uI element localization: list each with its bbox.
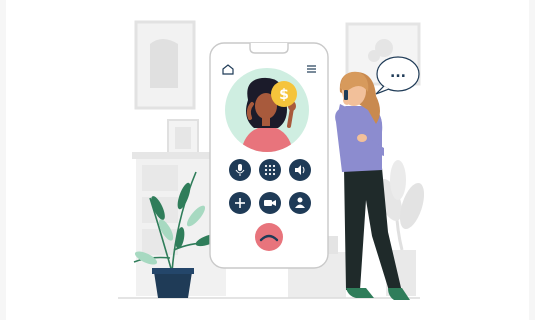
keypad-button[interactable] (259, 159, 281, 181)
video-camera-icon (264, 200, 276, 206)
end-call-button[interactable] (255, 223, 283, 251)
svg-text:$: $ (279, 87, 289, 103)
add-call-button[interactable] (229, 192, 251, 214)
speech-bubble-text: ... (390, 65, 406, 81)
video-button[interactable] (259, 192, 281, 214)
phone-call-illustration: $ ... (0, 0, 535, 320)
keypad-icon (264, 164, 276, 176)
mute-button[interactable] (229, 159, 251, 181)
smartphone: $ (209, 42, 329, 269)
speaker-button[interactable] (289, 159, 311, 181)
wall-frame-left (134, 20, 196, 110)
contacts-button[interactable] (289, 192, 311, 214)
shelf-frame (167, 119, 199, 157)
